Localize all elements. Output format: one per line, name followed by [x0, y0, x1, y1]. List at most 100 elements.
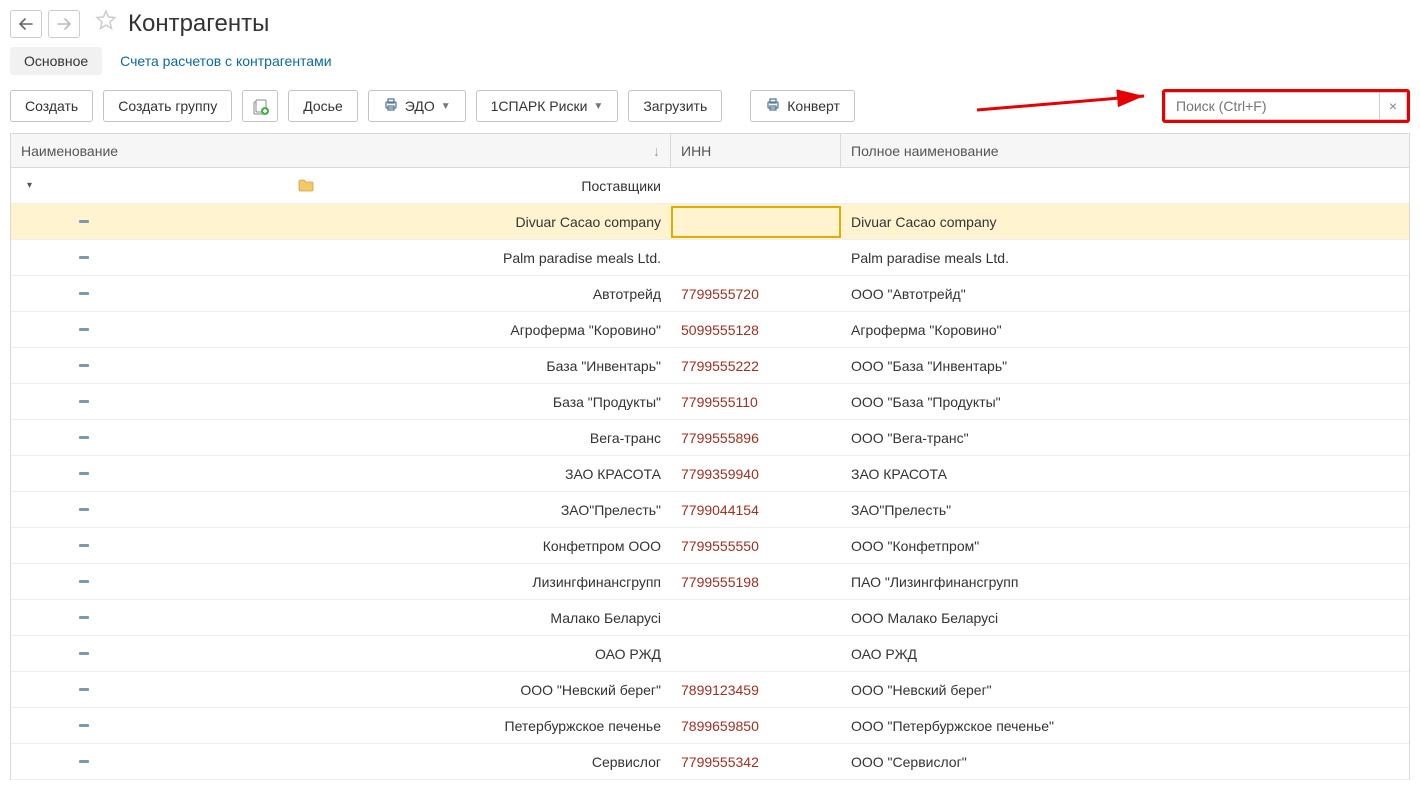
cell-name: База "Продукты" — [11, 384, 671, 419]
table-row[interactable]: Palm paradise meals Ltd.Palm paradise me… — [11, 240, 1409, 276]
row-name: База "Продукты" — [553, 394, 661, 410]
row-name: Лизингфинансгрупп — [532, 574, 661, 590]
group-row[interactable]: ▾ Поставщики — [11, 168, 1409, 204]
cell-name: ООО "Невский берег" — [11, 672, 671, 707]
convert-label: Конверт — [787, 98, 840, 114]
cell-name: Лизингфинансгрупп — [11, 564, 671, 599]
table-row[interactable]: Вега-транс7799555896ООО "Вега-транс" — [11, 420, 1409, 456]
tabs-row: Основное Счета расчетов с контрагентами — [0, 43, 1420, 83]
toolbar: Создать Создать группу Досье ЭДО ▼ 1СПАР… — [0, 83, 1420, 129]
cell-inn: 7799555222 — [671, 348, 841, 383]
cell-name: Автотрейд — [11, 276, 671, 311]
data-grid: Наименование ↓ ИНН Полное наименование ▾… — [10, 133, 1410, 780]
search-clear-button[interactable]: × — [1379, 92, 1407, 120]
table-row[interactable]: База "Продукты"7799555110ООО "База "Прод… — [11, 384, 1409, 420]
item-icon — [79, 220, 89, 223]
table-row[interactable]: Малако Беларусі ООО Малако Беларусі — [11, 600, 1409, 636]
favorite-star-icon[interactable] — [94, 8, 118, 39]
table-row[interactable]: ЗАО КРАСОТА7799359940ЗАО КРАСОТА — [11, 456, 1409, 492]
convert-button[interactable]: Конверт — [750, 90, 855, 122]
edo-label: ЭДО — [405, 98, 435, 114]
cell-name: Palm paradise meals Ltd. — [11, 240, 671, 275]
table-row[interactable]: ОАО РЖД ОАО РЖД — [11, 636, 1409, 672]
cell-full: ООО "Конфетпром" — [841, 528, 1409, 563]
page-title: Контрагенты — [128, 10, 269, 38]
row-name: Сервислог — [592, 754, 661, 770]
column-header-full[interactable]: Полное наименование — [841, 134, 1409, 167]
cell-name: Сервислог — [11, 744, 671, 779]
cell-name: ЗАО КРАСОТА — [11, 456, 671, 491]
create-button[interactable]: Создать — [10, 90, 93, 122]
cell-full: ЗАО"Прелесть" — [841, 492, 1409, 527]
create-group-button[interactable]: Создать группу — [103, 90, 232, 122]
item-icon — [79, 580, 89, 583]
table-row[interactable]: Петербуржское печенье7899659850ООО "Пете… — [11, 708, 1409, 744]
item-icon — [79, 688, 89, 691]
item-icon — [79, 544, 89, 547]
cell-full: ООО Малако Беларусі — [841, 600, 1409, 635]
cell-name: База "Инвентарь" — [11, 348, 671, 383]
folder-icon — [298, 179, 314, 192]
tab-main[interactable]: Основное — [10, 47, 102, 75]
cell-full: ООО "Автотрейд" — [841, 276, 1409, 311]
grid-header: Наименование ↓ ИНН Полное наименование — [11, 134, 1409, 168]
sort-asc-icon: ↓ — [653, 143, 660, 159]
row-name: Divuar Cacao company — [515, 214, 661, 230]
table-row[interactable]: ООО "Невский берег"7899123459ООО "Невски… — [11, 672, 1409, 708]
cell-inn: 7799555198 — [671, 564, 841, 599]
load-button[interactable]: Загрузить — [628, 90, 722, 122]
cell-inn: 7799555342 — [671, 744, 841, 779]
cell-name: Конфетпром ООО — [11, 528, 671, 563]
table-row[interactable]: База "Инвентарь" 7799555222ООО "База "Инв… — [11, 348, 1409, 384]
row-name: ОАО РЖД — [595, 646, 661, 662]
copy-add-button[interactable] — [242, 90, 278, 122]
tab-accounts[interactable]: Счета расчетов с контрагентами — [120, 47, 331, 75]
back-button[interactable] — [10, 10, 42, 38]
table-row[interactable]: Конфетпром ООО 7799555550ООО "Конфетпром" — [11, 528, 1409, 564]
row-name: Вега-транс — [590, 430, 661, 446]
cell-name: ЗАО"Прелесть" — [11, 492, 671, 527]
item-icon — [79, 472, 89, 475]
forward-button[interactable] — [48, 10, 80, 38]
dossier-button[interactable]: Досье — [288, 90, 358, 122]
cell-name: Divuar Cacao company — [11, 204, 671, 239]
table-row[interactable]: Лизингфинансгрупп7799555198ПАО "Лизингфи… — [11, 564, 1409, 600]
cell-inn: 7899123459 — [671, 672, 841, 707]
row-name: Конфетпром ООО — [543, 538, 661, 554]
cell-inn — [671, 206, 841, 238]
item-icon — [79, 652, 89, 655]
table-row[interactable]: ЗАО"Прелесть"7799044154ЗАО"Прелесть" — [11, 492, 1409, 528]
item-icon — [79, 400, 89, 403]
cell-inn — [671, 636, 841, 671]
cell-full: ООО "Вега-транс" — [841, 420, 1409, 455]
chevron-down-icon: ▼ — [441, 101, 451, 112]
table-row[interactable]: Сервислог7799555342ООО "Сервислог" — [11, 744, 1409, 780]
item-icon — [79, 328, 89, 331]
cell-full: ООО "База "Инвентарь" — [841, 348, 1409, 383]
spark-risks-button[interactable]: 1СПАРК Риски ▼ — [476, 90, 619, 122]
cell-inn: 7799044154 — [671, 492, 841, 527]
row-name: ООО "Невский берег" — [520, 682, 661, 698]
column-header-inn[interactable]: ИНН — [671, 134, 841, 167]
cell-inn: 7799555550 — [671, 528, 841, 563]
column-header-name[interactable]: Наименование ↓ — [11, 134, 671, 167]
title-bar: Контрагенты — [0, 0, 1420, 43]
search-input[interactable] — [1165, 92, 1379, 120]
copy-plus-icon — [252, 98, 268, 114]
row-name: ЗАО"Прелесть" — [561, 502, 661, 518]
cell-full: ОАО РЖД — [841, 636, 1409, 671]
column-name-label: Наименование — [21, 143, 118, 159]
table-row[interactable]: Агроферма "Коровино"5099555128Агроферма … — [11, 312, 1409, 348]
row-name: База "Инвентарь" — [546, 358, 661, 374]
tree-collapse-icon[interactable]: ▾ — [27, 180, 32, 191]
table-row[interactable]: Divuar Cacao companyDivuar Cacao company — [11, 204, 1409, 240]
item-icon — [79, 616, 89, 619]
item-icon — [79, 436, 89, 439]
row-name: Малако Беларусі — [550, 610, 661, 626]
cell-name: Вега-транс — [11, 420, 671, 455]
item-icon — [79, 256, 89, 259]
table-row[interactable]: Автотрейд7799555720ООО "Автотрейд" — [11, 276, 1409, 312]
spark-label: 1СПАРК Риски — [491, 98, 588, 114]
cell-name: Малако Беларусі — [11, 600, 671, 635]
edo-button[interactable]: ЭДО ▼ — [368, 90, 466, 122]
